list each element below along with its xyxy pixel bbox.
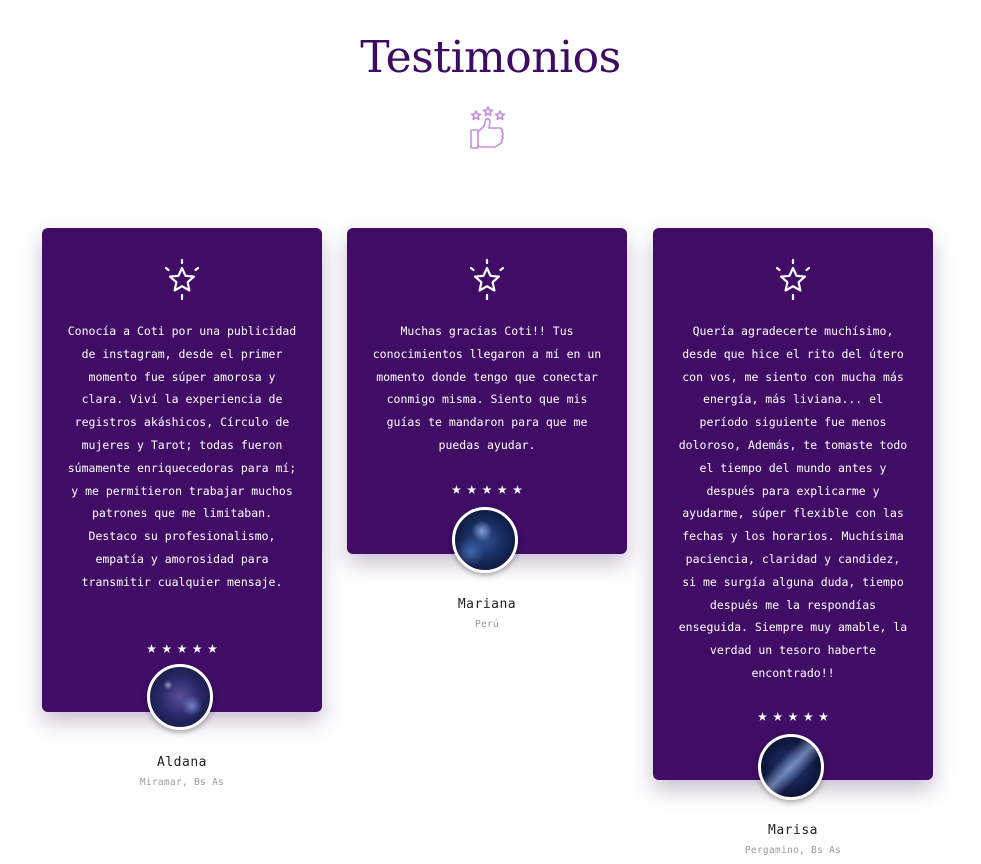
avatar <box>758 734 824 800</box>
testimonial-author-name: Mariana <box>457 597 517 612</box>
avatar <box>452 507 518 573</box>
testimonial-quote: Muchas gracias Coti!! Tus conocimientos … <box>372 324 602 452</box>
star-outline-icon <box>775 258 811 301</box>
star-outline-icon <box>469 258 505 301</box>
thumbs-up-stars-icon <box>470 106 506 149</box>
testimonial-author-location: Pergamino, Bs As <box>744 845 842 856</box>
star-rating: ★★★★★ <box>757 706 834 726</box>
section-title: Testimonios <box>360 32 621 83</box>
testimonial-card-mariana: Muchas gracias Coti!! Tus conocimientos … <box>347 228 627 573</box>
testimonial-author-location: Miramar, Bs As <box>139 777 225 788</box>
testimonial-author-name: Marisa <box>768 823 818 838</box>
star-rating: ★★★★★ <box>146 638 223 658</box>
testimonial-card-marisa: Quería agradecerte muchísimo, desde que … <box>653 228 933 800</box>
testimonial-card-aldana: Conocía a Coti por una publicidad de ins… <box>42 228 322 730</box>
testimonial-author-location: Perú <box>474 619 500 630</box>
star-outline-icon <box>164 258 200 301</box>
testimonial-author-name: Aldana <box>157 755 207 770</box>
star-rating: ★★★★★ <box>451 479 528 499</box>
testimonial-quote: Quería agradecerte muchísimo, desde que … <box>678 324 908 680</box>
testimonial-quote: Conocía a Coti por una publicidad de ins… <box>67 324 297 589</box>
avatar <box>147 664 213 730</box>
